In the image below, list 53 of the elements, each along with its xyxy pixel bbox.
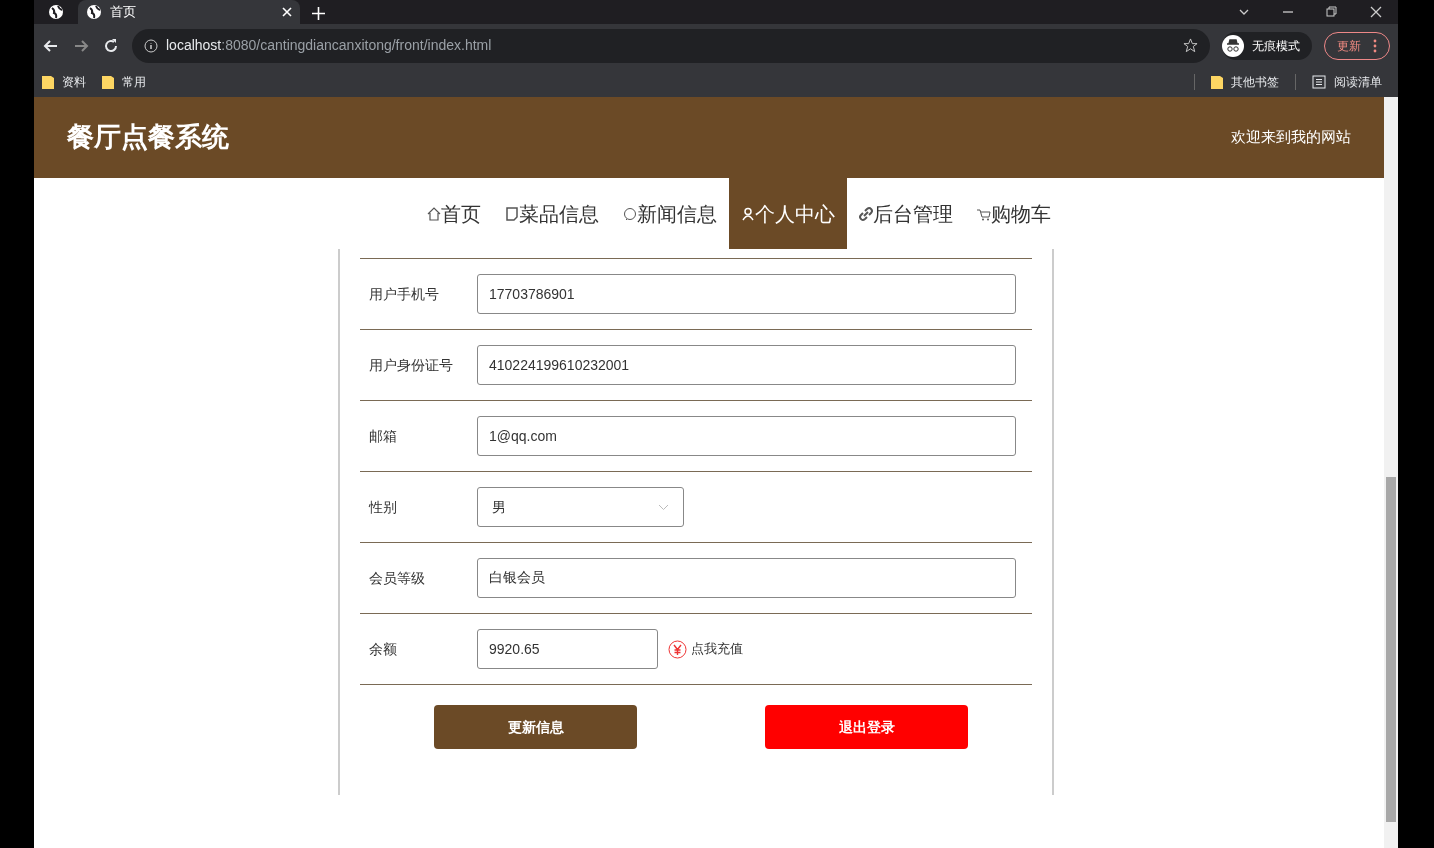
update-button[interactable]: 更新信息 — [434, 705, 637, 749]
welcome-text: 欢迎来到我的网站 — [1231, 127, 1351, 148]
reload-icon[interactable] — [102, 36, 120, 55]
logout-button[interactable]: 退出登录 — [765, 705, 968, 749]
chat-bubble-icon — [623, 206, 637, 221]
more-icon — [1373, 38, 1377, 53]
close-icon[interactable] — [282, 7, 292, 17]
yuan-icon — [668, 639, 687, 659]
field-label: 邮箱 — [368, 426, 398, 446]
nav-tab[interactable]: 新闻信息 — [611, 178, 729, 249]
new-tab-icon[interactable] — [312, 7, 325, 20]
document-icon — [505, 206, 519, 221]
nav-tab[interactable]: 后台管理 — [847, 178, 965, 249]
recharge-link[interactable]: 点我充值 — [668, 639, 743, 659]
nav-tab[interactable]: 个人中心 — [729, 178, 847, 249]
nav-tab[interactable]: 购物车 — [965, 178, 1063, 249]
list-icon — [1312, 75, 1326, 89]
info-icon[interactable] — [144, 38, 158, 53]
gender-select[interactable]: 男 — [477, 487, 684, 527]
star-icon[interactable] — [1183, 38, 1198, 53]
field-label: 余额 — [368, 639, 398, 659]
globe-icon — [86, 4, 102, 20]
tab-title: 首页 — [110, 3, 137, 22]
input-field[interactable]: 9920.65 — [477, 629, 658, 669]
incognito-icon — [1222, 34, 1244, 57]
bookmark-item[interactable]: 资料 — [42, 73, 86, 91]
user-icon — [741, 206, 755, 221]
cart-icon — [977, 206, 991, 221]
bookmark-item[interactable]: 其他书签 — [1211, 73, 1279, 91]
nav-tab[interactable]: 菜品信息 — [493, 178, 611, 249]
url-text: localhost:8080/cantingdiancanxitong/front/index.html — [166, 36, 493, 55]
input-field[interactable]: 17703786901 — [477, 274, 1016, 314]
incognito-chip[interactable]: 无痕模式 — [1222, 31, 1312, 60]
folder-icon — [42, 75, 54, 89]
site-title: 餐厅点餐系统 — [67, 121, 229, 155]
input-field[interactable]: 410224199610232001 — [477, 345, 1016, 385]
folder-icon — [102, 75, 114, 89]
link-icon — [859, 206, 873, 221]
browser-tab[interactable]: 首页 — [78, 0, 300, 24]
address-bar[interactable]: localhost:8080/cantingdiancanxitong/front/index.html — [132, 28, 1210, 63]
chevron-down-icon — [658, 503, 669, 511]
bookmark-item[interactable]: 常用 — [102, 73, 146, 91]
nav-tab[interactable]: 首页 — [415, 178, 493, 249]
input-field[interactable]: 1@qq.com — [477, 416, 1016, 456]
home-icon — [427, 206, 441, 221]
reading-list-button[interactable]: 阅读清单 — [1312, 73, 1390, 91]
field-label: 会员等级 — [368, 568, 426, 588]
field-label: 性别 — [367, 497, 398, 517]
field-label: 用户身份证号 — [368, 355, 454, 375]
folder-icon — [1211, 75, 1223, 89]
field-label: 用户手机号 — [368, 284, 440, 304]
input-field[interactable]: 白银会员 — [477, 558, 1016, 598]
scrollbar[interactable] — [1384, 97, 1398, 848]
